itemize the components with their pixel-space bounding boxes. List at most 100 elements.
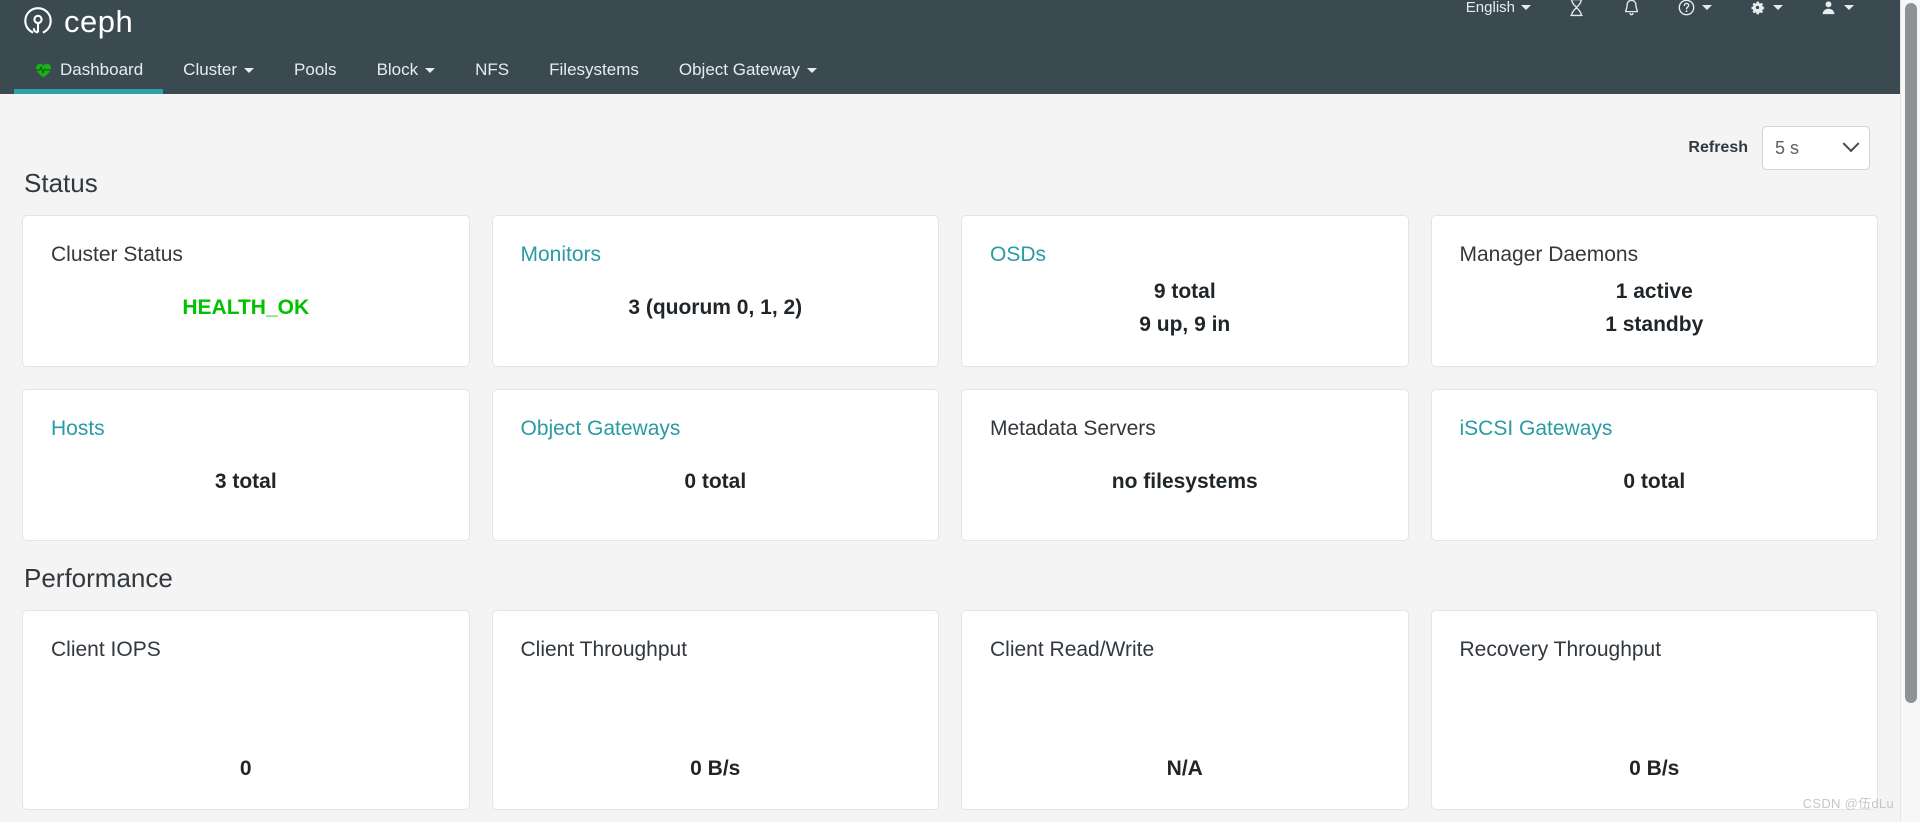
card-value: 0 total bbox=[684, 470, 747, 494]
chevron-down-icon bbox=[1702, 4, 1712, 10]
language-selector[interactable]: English bbox=[1448, 0, 1549, 24]
card-hosts: Hosts 3 total bbox=[22, 389, 470, 541]
card-body: 0 bbox=[51, 662, 441, 787]
card-value: 0 total bbox=[1623, 470, 1686, 494]
status-card-row-1: Cluster Status HEALTH_OK Monitors 3 (quo… bbox=[22, 215, 1878, 367]
brand[interactable]: ceph bbox=[22, 5, 133, 37]
chevron-down-icon bbox=[425, 67, 436, 73]
heart-pulse-icon bbox=[35, 63, 51, 77]
card-value: 3 total bbox=[214, 470, 277, 494]
card-value: 0 bbox=[239, 756, 252, 780]
card-title-link[interactable]: Object Gateways bbox=[521, 416, 911, 441]
card-body: 0 B/s bbox=[1460, 662, 1850, 787]
card-value: N/A bbox=[1166, 756, 1203, 780]
nav-item-block[interactable]: Block bbox=[357, 46, 456, 94]
chevron-down-icon bbox=[244, 67, 255, 73]
card-title: Client Throughput bbox=[520, 638, 688, 661]
nav-item-object-gateway[interactable]: Object Gateway bbox=[659, 46, 837, 94]
performance-card-row: Client IOPS 0 Client Throughput 0 B/s Cl… bbox=[22, 610, 1878, 810]
notifications-button[interactable] bbox=[1604, 0, 1659, 24]
page-scroll-area: ceph English Dashboard Cluster Pools Blo… bbox=[0, 0, 1900, 822]
card-value: 3 (quorum 0, 1, 2) bbox=[628, 296, 803, 320]
chevron-down-icon bbox=[806, 67, 817, 73]
card-title: Recovery Throughput bbox=[1459, 638, 1662, 661]
card-client-read-write: Client Read/Write N/A bbox=[961, 610, 1409, 810]
card-title-link[interactable]: iSCSI Gateways bbox=[1460, 416, 1850, 441]
nav-item-filesystems[interactable]: Filesystems bbox=[529, 46, 659, 94]
nav-item-pools[interactable]: Pools bbox=[274, 46, 357, 94]
nav-item-label: Filesystems bbox=[549, 60, 639, 79]
ceph-dashboard-app: ceph English Dashboard Cluster Pools Blo… bbox=[0, 0, 1920, 822]
card-object-gateways: Object Gateways 0 total bbox=[491, 389, 939, 541]
tasks-button[interactable] bbox=[1549, 0, 1604, 24]
chevron-down-icon bbox=[1773, 4, 1783, 10]
card-client-iops: Client IOPS 0 bbox=[22, 610, 470, 810]
card-body: 0 total bbox=[1460, 441, 1850, 518]
card-value-secondary: 9 up, 9 in bbox=[1139, 312, 1231, 336]
card-client-throughput: Client Throughput 0 B/s bbox=[491, 610, 939, 810]
card-body: 3 total bbox=[51, 441, 441, 518]
language-label: English bbox=[1465, 0, 1515, 16]
card-body: 1 active 1 standby bbox=[1460, 267, 1850, 344]
dashboard-content: Refresh 5 s Status Cluster Status HEALTH… bbox=[0, 94, 1900, 810]
chevron-down-icon bbox=[1521, 4, 1531, 10]
chevron-down-icon bbox=[1842, 135, 1860, 153]
nav-item-nfs[interactable]: NFS bbox=[455, 46, 529, 94]
card-title-link[interactable]: Monitors bbox=[521, 242, 911, 267]
page-scrollbar[interactable] bbox=[1900, 0, 1920, 822]
card-title-link[interactable]: Hosts bbox=[51, 416, 441, 441]
ceph-logo-icon bbox=[24, 7, 52, 34]
top-bar: ceph English bbox=[0, 0, 1900, 46]
nav-item-label: Cluster bbox=[183, 60, 238, 79]
card-title: Client Read/Write bbox=[990, 638, 1155, 661]
user-avatar-icon bbox=[1822, 0, 1835, 14]
refresh-interval-value: 5 s bbox=[1775, 137, 1800, 158]
status-card-row-2: Hosts 3 total Object Gateways 0 total Me… bbox=[22, 389, 1878, 541]
settings-menu[interactable] bbox=[1730, 0, 1801, 24]
chevron-down-icon bbox=[1844, 4, 1854, 10]
card-title: Client IOPS bbox=[51, 638, 161, 661]
nav-item-cluster[interactable]: Cluster bbox=[163, 46, 274, 94]
card-recovery-throughput: Recovery Throughput 0 B/s bbox=[1430, 610, 1878, 810]
card-value-secondary: 1 standby bbox=[1605, 312, 1704, 336]
card-cluster-status: Cluster Status HEALTH_OK bbox=[22, 215, 470, 367]
card-osds: OSDs 9 total 9 up, 9 in bbox=[961, 215, 1409, 367]
card-body: 9 total 9 up, 9 in bbox=[990, 267, 1380, 344]
user-menu[interactable] bbox=[1801, 0, 1872, 24]
section-title-status: Status bbox=[24, 168, 98, 198]
scrollbar-thumb[interactable] bbox=[1905, 3, 1917, 703]
card-monitors: Monitors 3 (quorum 0, 1, 2) bbox=[491, 215, 939, 367]
card-title-link[interactable]: OSDs bbox=[990, 242, 1380, 267]
card-value: 9 total bbox=[1153, 280, 1216, 304]
refresh-interval-select[interactable]: 5 s bbox=[1762, 126, 1870, 170]
card-title: Manager Daemons bbox=[1459, 243, 1639, 266]
card-body: 0 B/s bbox=[521, 662, 911, 787]
brand-name: ceph bbox=[64, 3, 134, 39]
card-body: 0 total bbox=[521, 441, 911, 518]
card-iscsi-gateways: iSCSI Gateways 0 total bbox=[1430, 389, 1878, 541]
card-title: Metadata Servers bbox=[990, 417, 1156, 440]
card-metadata-servers: Metadata Servers no filesystems bbox=[961, 389, 1409, 541]
question-circle-icon bbox=[1678, 0, 1695, 15]
nav-item-label: Pools bbox=[294, 60, 337, 79]
card-body: N/A bbox=[990, 662, 1380, 787]
card-body: 3 (quorum 0, 1, 2) bbox=[521, 267, 911, 344]
nav-item-label: Block bbox=[376, 60, 419, 79]
section-title-performance: Performance bbox=[24, 563, 173, 593]
main-navigation: Dashboard Cluster Pools Block NFS Filesy… bbox=[0, 46, 1900, 94]
top-bar-right-controls: English bbox=[1448, 0, 1872, 24]
nav-item-dashboard[interactable]: Dashboard bbox=[14, 46, 164, 94]
card-body: HEALTH_OK bbox=[51, 267, 441, 344]
nav-item-label: Dashboard bbox=[60, 60, 144, 79]
card-body: no filesystems bbox=[990, 441, 1380, 518]
refresh-control-row: Refresh 5 s bbox=[22, 94, 1878, 170]
refresh-label: Refresh bbox=[1688, 139, 1748, 156]
card-value: no filesystems bbox=[1111, 470, 1258, 494]
card-value: 1 active bbox=[1615, 280, 1693, 304]
gear-icon bbox=[1751, 1, 1765, 14]
watermark: CSDN @伍dLu bbox=[1802, 796, 1894, 811]
card-manager-daemons: Manager Daemons 1 active 1 standby bbox=[1430, 215, 1878, 367]
card-value: HEALTH_OK bbox=[182, 296, 310, 320]
help-menu[interactable] bbox=[1659, 0, 1730, 24]
nav-item-label: NFS bbox=[475, 60, 510, 79]
